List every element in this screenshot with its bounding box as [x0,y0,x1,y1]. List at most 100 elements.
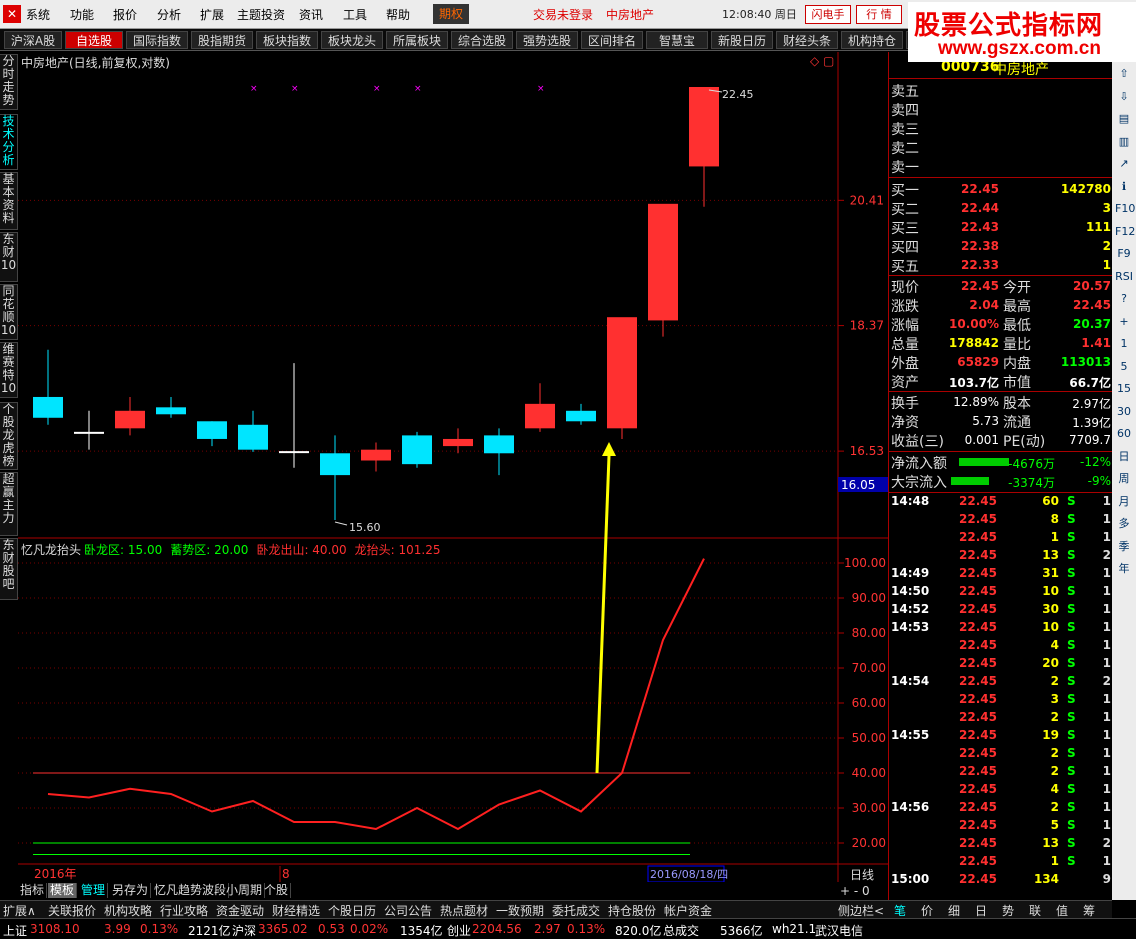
tool-18[interactable]: 周 [1115,471,1133,487]
side-tab-6[interactable]: 个股龙虎榜 [0,402,18,470]
func-8[interactable]: 热点题材 [440,902,488,919]
tab-11[interactable]: 新股日历 [711,31,773,49]
indicator-tab-3[interactable]: 另存为 [110,883,152,898]
side-tab-1[interactable]: 技术分析 [0,114,18,170]
tool-5[interactable]: ℹ [1115,179,1133,195]
tick-price: 22.45 [959,836,997,850]
menu-tools[interactable]: 工具 [343,6,367,23]
trade-status[interactable]: 交易未登录 [533,6,593,23]
tool-15[interactable]: 30 [1115,404,1133,420]
chart-corner-icon[interactable]: ◇ ▢ [810,54,834,68]
tool-10[interactable]: ? [1115,291,1133,307]
tab-1[interactable]: 自选股 [65,31,123,49]
stat-label: 今开 [1003,280,1031,296]
menu-help[interactable]: 帮助 [386,6,410,23]
func-11[interactable]: 持仓股份 [608,902,656,919]
func-12[interactable]: 帐户资金 [664,902,712,919]
func-2[interactable]: 机构攻略 [104,902,152,919]
indicator-tab-5[interactable]: 小周期 [224,883,266,898]
tool-2[interactable]: ▤ [1115,111,1133,127]
tool-19[interactable]: 月 [1115,494,1133,510]
menu-function[interactable]: 功能 [70,6,94,23]
tool-21[interactable]: 季 [1115,539,1133,555]
tick-side: S [1067,728,1076,742]
side-tab-0[interactable]: 分时走势 [0,54,18,110]
right-tab-2[interactable]: 细 [948,902,960,919]
flash-trade-button[interactable]: 闪电手 [805,5,851,24]
func-7[interactable]: 公司公告 [384,902,432,919]
zoom-controls[interactable]: + - 0 [840,884,870,898]
tab-2[interactable]: 国际指数 [126,31,188,49]
candle-body [648,203,678,321]
side-tab-7[interactable]: 超赢主力 [0,472,18,536]
quote-button[interactable]: 行 情 [856,5,902,24]
tab-3[interactable]: 股指期货 [191,31,253,49]
tab-5[interactable]: 板块龙头 [321,31,383,49]
right-tab-6[interactable]: 值 [1056,902,1068,919]
right-tab-5[interactable]: 联 [1029,902,1041,919]
tool-9[interactable]: RSI [1115,269,1133,285]
indicator-tab-6[interactable]: 个股 [262,883,292,898]
func-1[interactable]: 关联报价 [48,902,96,919]
tab-7[interactable]: 综合选股 [451,31,513,49]
right-tab-1[interactable]: 价 [921,902,933,919]
indicator-tab-4[interactable]: 忆凡趋势波段 [152,883,230,898]
side-tab-8[interactable]: 东财股吧 [0,538,18,600]
tool-8[interactable]: F9 [1115,246,1133,262]
tool-12[interactable]: 1 [1115,336,1133,352]
right-tab-7[interactable]: 筹 [1083,902,1095,919]
tab-8[interactable]: 强势选股 [516,31,578,49]
right-tab-4[interactable]: 势 [1002,902,1014,919]
func-9[interactable]: 一致预期 [496,902,544,919]
tool-13[interactable]: 5 [1115,359,1133,375]
tool-20[interactable]: 多 [1115,516,1133,532]
indicator-tab-2[interactable]: 管理 [79,883,109,898]
tool-11[interactable]: + [1115,314,1133,330]
side-tab-4[interactable]: 同花顺10 [0,284,18,340]
tool-16[interactable]: 60 [1115,426,1133,442]
func-6[interactable]: 个股日历 [328,902,376,919]
tool-17[interactable]: 日 [1115,449,1133,465]
tool-3[interactable]: ▥ [1115,134,1133,150]
func-5[interactable]: 财经精选 [272,902,320,919]
right-tab-3[interactable]: 日 [975,902,987,919]
func-3[interactable]: 行业攻略 [160,902,208,919]
tab-0[interactable]: 沪深A股 [4,31,62,49]
tab-9[interactable]: 区间排名 [581,31,643,49]
tool-0[interactable]: ⇧ [1115,66,1133,82]
func-10[interactable]: 委托成交 [552,902,600,919]
side-tab-5[interactable]: 维赛特10 [0,342,18,398]
tab-4[interactable]: 板块指数 [256,31,318,49]
tab-6[interactable]: 所属板块 [386,31,448,49]
menu-news[interactable]: 资讯 [299,6,323,23]
options-button[interactable]: 期权 [433,4,469,24]
tool-6[interactable]: F10 [1115,201,1135,217]
connection[interactable]: wh21.1 [772,922,816,936]
tool-22[interactable]: 年 [1115,561,1133,577]
right-tab-0[interactable]: 笔 [894,902,906,919]
func-4[interactable]: 资金驱动 [216,902,264,919]
tool-14[interactable]: 15 [1115,381,1133,397]
tool-7[interactable]: F12 [1115,224,1135,240]
tool-4[interactable]: ↗ [1115,156,1133,172]
tool-1[interactable]: ⇩ [1115,89,1133,105]
chart-area[interactable]: 20.41 18.37 16.53 16.05 22.45 15.60 × × × × × 100.0… [18,52,888,882]
tab-12[interactable]: 财经头条 [776,31,838,49]
menu-theme[interactable]: 主题投资 [237,6,285,23]
chart-svg[interactable]: 20.41 18.37 16.53 16.05 22.45 15.60 × × × × × 100.0… [18,52,888,882]
side-tab-2[interactable]: 基本资料 [0,172,18,230]
tab-10[interactable]: 智慧宝 [646,31,708,49]
menu-quote[interactable]: 报价 [113,6,137,23]
indicator-tab-1[interactable]: 模板 [48,883,78,898]
tick-price: 22.45 [959,710,997,724]
side-tab-3[interactable]: 东财10 [0,232,18,282]
menu-analysis[interactable]: 分析 [157,6,181,23]
menu-system[interactable]: 系统 [26,6,50,23]
sidebar-toggle[interactable]: 侧边栏< [838,902,884,919]
indicator-tab-0[interactable]: 指标 [18,883,48,898]
menu-extend[interactable]: 扩展 [200,6,224,23]
cy-label: 创业 [447,924,472,938]
func-0[interactable]: 扩展∧ [3,902,36,919]
tab-13[interactable]: 机构持仓 [841,31,903,49]
current-price-label: 16.05 [841,478,875,492]
